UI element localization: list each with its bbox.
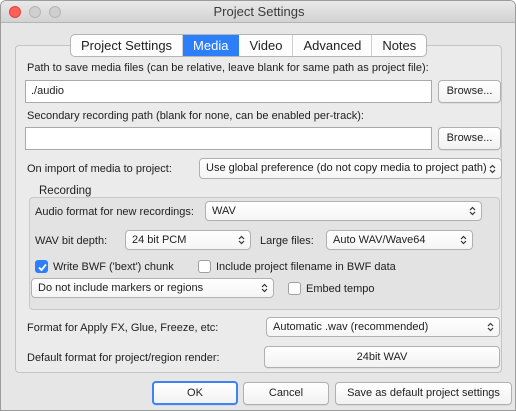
large-files-value: Auto WAV/Wave64 [333, 234, 426, 246]
write-bwf-label: Write BWF ('bext') chunk [53, 261, 174, 273]
window-title: Project Settings [213, 4, 305, 19]
select-arrows-icon [487, 322, 494, 332]
wav-bit-depth-label: WAV bit depth: [35, 235, 108, 247]
tab-notes[interactable]: Notes [372, 35, 426, 56]
default-render-format-label: Default format for project/region render… [27, 352, 220, 364]
embed-tempo-label: Embed tempo [306, 283, 375, 295]
select-arrows-icon [469, 206, 476, 216]
select-arrows-icon [489, 164, 496, 173]
large-files-label: Large files: [260, 235, 314, 247]
import-media-label: On import of media to project: [27, 163, 172, 175]
apply-fx-format-select[interactable]: Automatic .wav (recommended) [266, 317, 500, 337]
tab-media[interactable]: Media [183, 35, 240, 56]
default-render-format-button[interactable]: 24bit WAV [264, 346, 500, 368]
markers-regions-value: Do not include markers or regions [38, 282, 204, 294]
select-arrows-icon [261, 283, 268, 293]
secondary-path-input[interactable] [25, 127, 432, 150]
large-files-select[interactable]: Auto WAV/Wave64 [326, 230, 473, 250]
cancel-button[interactable]: Cancel [243, 382, 329, 405]
include-project-filename-label: Include project filename in BWF data [216, 261, 396, 273]
media-path-label: Path to save media files (can be relativ… [27, 62, 429, 74]
title-bar: Project Settings [1, 1, 515, 23]
tab-bar: Project Settings Media Video Advanced No… [70, 34, 428, 57]
audio-format-value: WAV [212, 205, 236, 217]
project-settings-window: Project Settings Project Settings Media … [0, 0, 516, 411]
include-project-filename-checkbox[interactable] [198, 260, 211, 273]
checkmark-icon [38, 263, 47, 272]
import-media-value: Use global preference (do not copy media… [206, 162, 487, 174]
write-bwf-checkbox[interactable] [35, 260, 48, 273]
media-path-input[interactable]: ./audio [25, 80, 432, 103]
secondary-path-label: Secondary recording path (blank for none… [27, 110, 364, 122]
ok-button[interactable]: OK [152, 381, 238, 405]
audio-format-label: Audio format for new recordings: [35, 206, 194, 218]
select-arrows-icon [238, 235, 245, 245]
wav-bit-depth-value: 24 bit PCM [132, 234, 187, 246]
browse-media-path-button[interactable]: Browse... [438, 80, 501, 103]
tab-video[interactable]: Video [239, 35, 294, 56]
apply-fx-format-value: Automatic .wav (recommended) [273, 321, 429, 333]
markers-regions-select[interactable]: Do not include markers or regions [31, 278, 274, 298]
tab-advanced[interactable]: Advanced [293, 35, 373, 56]
import-media-select[interactable]: Use global preference (do not copy media… [199, 158, 502, 179]
audio-format-select[interactable]: WAV [205, 201, 482, 221]
apply-fx-format-label: Format for Apply FX, Glue, Freeze, etc: [27, 322, 219, 334]
save-as-default-button[interactable]: Save as default project settings [335, 382, 512, 405]
browse-secondary-path-button[interactable]: Browse... [438, 127, 501, 150]
tab-project-settings[interactable]: Project Settings [71, 35, 184, 56]
select-arrows-icon [460, 235, 467, 245]
recording-group-label: Recording [39, 185, 92, 197]
wav-bit-depth-select[interactable]: 24 bit PCM [125, 230, 251, 250]
embed-tempo-checkbox[interactable] [288, 282, 301, 295]
